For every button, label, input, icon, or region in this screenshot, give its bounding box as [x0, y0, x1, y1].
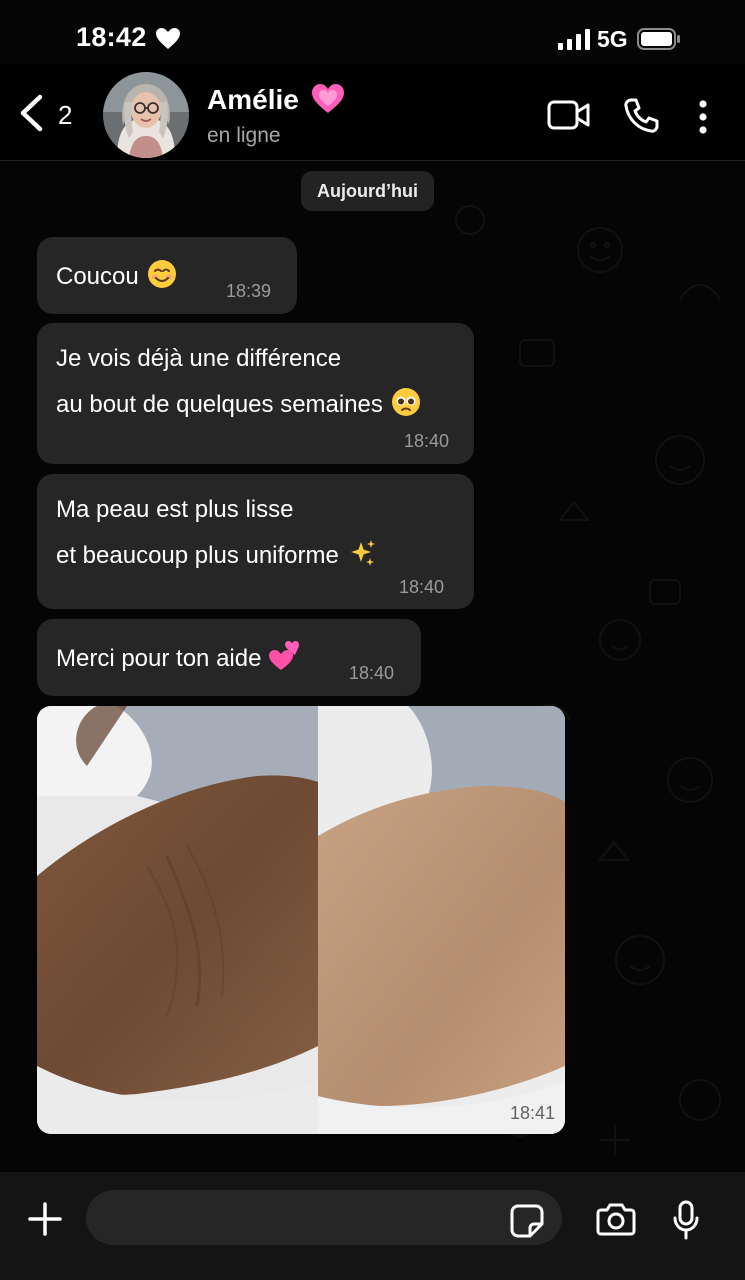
- message-input[interactable]: [86, 1190, 562, 1245]
- message-text: et beaucoup plus uniforme: [56, 538, 377, 575]
- status-time: 18:42: [76, 22, 147, 52]
- message-bubble[interactable]: Coucou 18:39: [37, 237, 297, 314]
- avatar[interactable]: [103, 72, 189, 158]
- message-text: Je vois déjà une différence: [56, 345, 342, 372]
- heart-icon: [156, 28, 180, 55]
- date-separator: Aujourd’hui: [301, 171, 434, 211]
- chat-screen: 18:42 5G 2 Amélie en ligne Aujourd’hui C…: [0, 0, 745, 1280]
- network-type: 5G: [597, 26, 628, 52]
- photo-message[interactable]: 18:41: [37, 706, 565, 1134]
- phone-call-icon[interactable]: [623, 98, 659, 139]
- battery-icon: [637, 28, 681, 55]
- message-text: Ma peau est plus lisse: [56, 496, 294, 523]
- after-photo: [318, 706, 565, 1134]
- message-text: Coucou: [56, 259, 177, 296]
- contact-name: Amélie: [207, 84, 299, 115]
- two-hearts-icon: [269, 641, 301, 678]
- contact-status: en ligne: [207, 124, 281, 147]
- more-options-icon[interactable]: [698, 100, 708, 139]
- camera-icon[interactable]: [596, 1202, 636, 1241]
- message-text: au bout de quelques semaines: [56, 387, 421, 424]
- message-bubble[interactable]: Merci pour ton aide 18:40: [37, 619, 421, 696]
- message-bubble[interactable]: Je vois déjà une différence au bout de q…: [37, 323, 474, 464]
- growing-heart-icon: [312, 84, 344, 119]
- microphone-icon[interactable]: [672, 1200, 700, 1245]
- message-time: 18:40: [399, 577, 445, 597]
- message-text: Merci pour ton aide: [56, 641, 301, 678]
- sticker-icon[interactable]: [510, 1204, 544, 1243]
- message-time: 18:39: [226, 281, 272, 301]
- pleading-face-icon: [391, 387, 421, 424]
- video-call-icon[interactable]: [547, 100, 591, 135]
- before-photo: [37, 706, 318, 1134]
- chat-header: 2 Amélie en ligne: [0, 64, 745, 161]
- photo-time: 18:41: [509, 1103, 555, 1123]
- cellular-signal-icon: [558, 29, 590, 55]
- unread-count: 2: [58, 100, 73, 130]
- sparkles-icon: [347, 538, 377, 575]
- smiling-face-icon: [147, 259, 177, 296]
- message-time: 18:40: [349, 663, 395, 683]
- back-button[interactable]: 2: [18, 94, 72, 137]
- message-bubble[interactable]: Ma peau est plus lisse et beaucoup plus …: [37, 474, 474, 609]
- composer-bar: [0, 1172, 745, 1280]
- plus-icon[interactable]: [28, 1202, 62, 1241]
- message-time: 18:40: [404, 431, 450, 451]
- chevron-left-icon: [18, 94, 44, 137]
